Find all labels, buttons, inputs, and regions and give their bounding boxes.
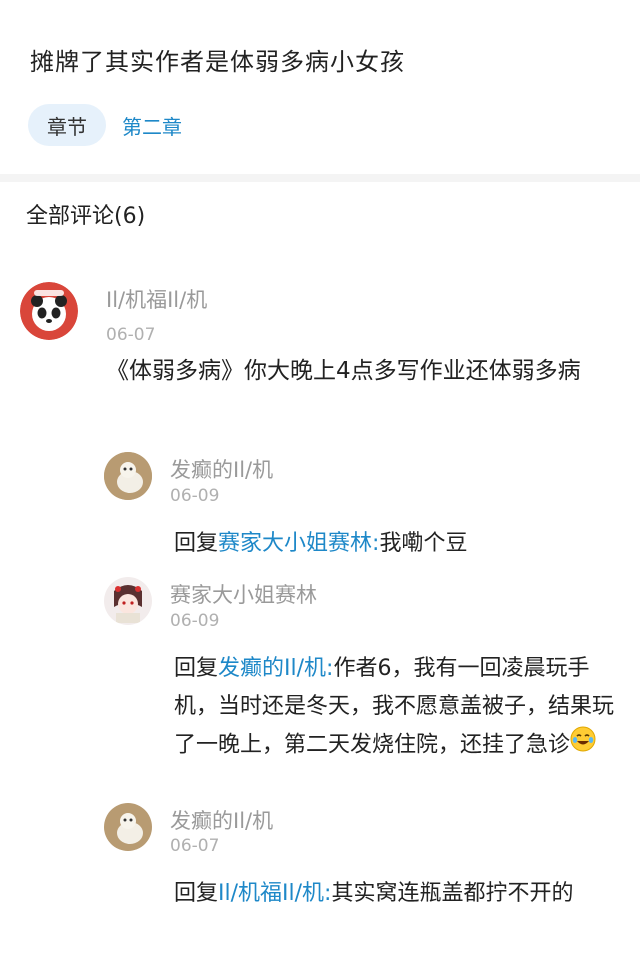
reply-body: 其实窝连瓶盖都拧不开的 xyxy=(331,881,574,906)
anime-girl-avatar-icon xyxy=(104,577,152,625)
post-title: 摊牌了其实作者是体弱多病小女孩 xyxy=(30,48,405,76)
reply-prefix: 回复 xyxy=(174,531,219,556)
panda-avatar-icon xyxy=(20,282,78,340)
reply-text: 回复Il/机福Il/机:其实窝连瓶盖都拧不开的 xyxy=(174,875,620,913)
chapter-row: 章节 第二章 xyxy=(28,104,182,146)
reply-author[interactable]: 赛家大小姐赛林 xyxy=(170,579,317,609)
reply-text: 回复发癫的Il/机:作者6，我有一回凌晨玩手机，当时还是冬天，我不愿意盖被子，结… xyxy=(174,650,620,765)
chapter-link[interactable]: 第二章 xyxy=(122,111,182,140)
reply-text: 回复赛家大小姐赛林:我嘞个豆 xyxy=(174,525,620,563)
mention-link[interactable]: 赛家大小姐赛林 xyxy=(218,531,372,556)
cat-avatar-icon xyxy=(104,803,152,851)
reply-author[interactable]: 发癫的Il/机 xyxy=(170,805,273,835)
section-divider xyxy=(0,174,640,182)
mention-link[interactable]: 发癫的Il/机 xyxy=(218,656,326,681)
reply-body: 我嘞个豆 xyxy=(379,531,468,556)
comment-text: 《体弱多病》你大晚上4点多写作业还体弱多病 xyxy=(106,358,581,384)
reply-author[interactable]: 发癫的Il/机 xyxy=(170,454,273,484)
comment-author[interactable]: Il/机福Il/机 xyxy=(106,284,207,314)
reply-date: 06-09 xyxy=(170,486,220,506)
avatar[interactable] xyxy=(104,803,152,851)
reply-prefix: 回复 xyxy=(174,656,219,681)
comments-header: 全部评论(6) xyxy=(26,204,146,229)
mention-link[interactable]: Il/机福Il/机 xyxy=(218,881,324,906)
avatar[interactable] xyxy=(104,577,152,625)
reply-prefix: 回复 xyxy=(174,881,219,906)
cat-avatar-icon xyxy=(104,452,152,500)
avatar[interactable] xyxy=(104,452,152,500)
chapter-chip[interactable]: 章节 xyxy=(28,104,106,146)
avatar[interactable] xyxy=(20,282,78,340)
reply-date: 06-07 xyxy=(170,836,220,856)
tears-of-joy-emoji-icon xyxy=(570,726,596,765)
comment-date: 06-07 xyxy=(106,325,156,345)
reply-date: 06-09 xyxy=(170,611,220,631)
